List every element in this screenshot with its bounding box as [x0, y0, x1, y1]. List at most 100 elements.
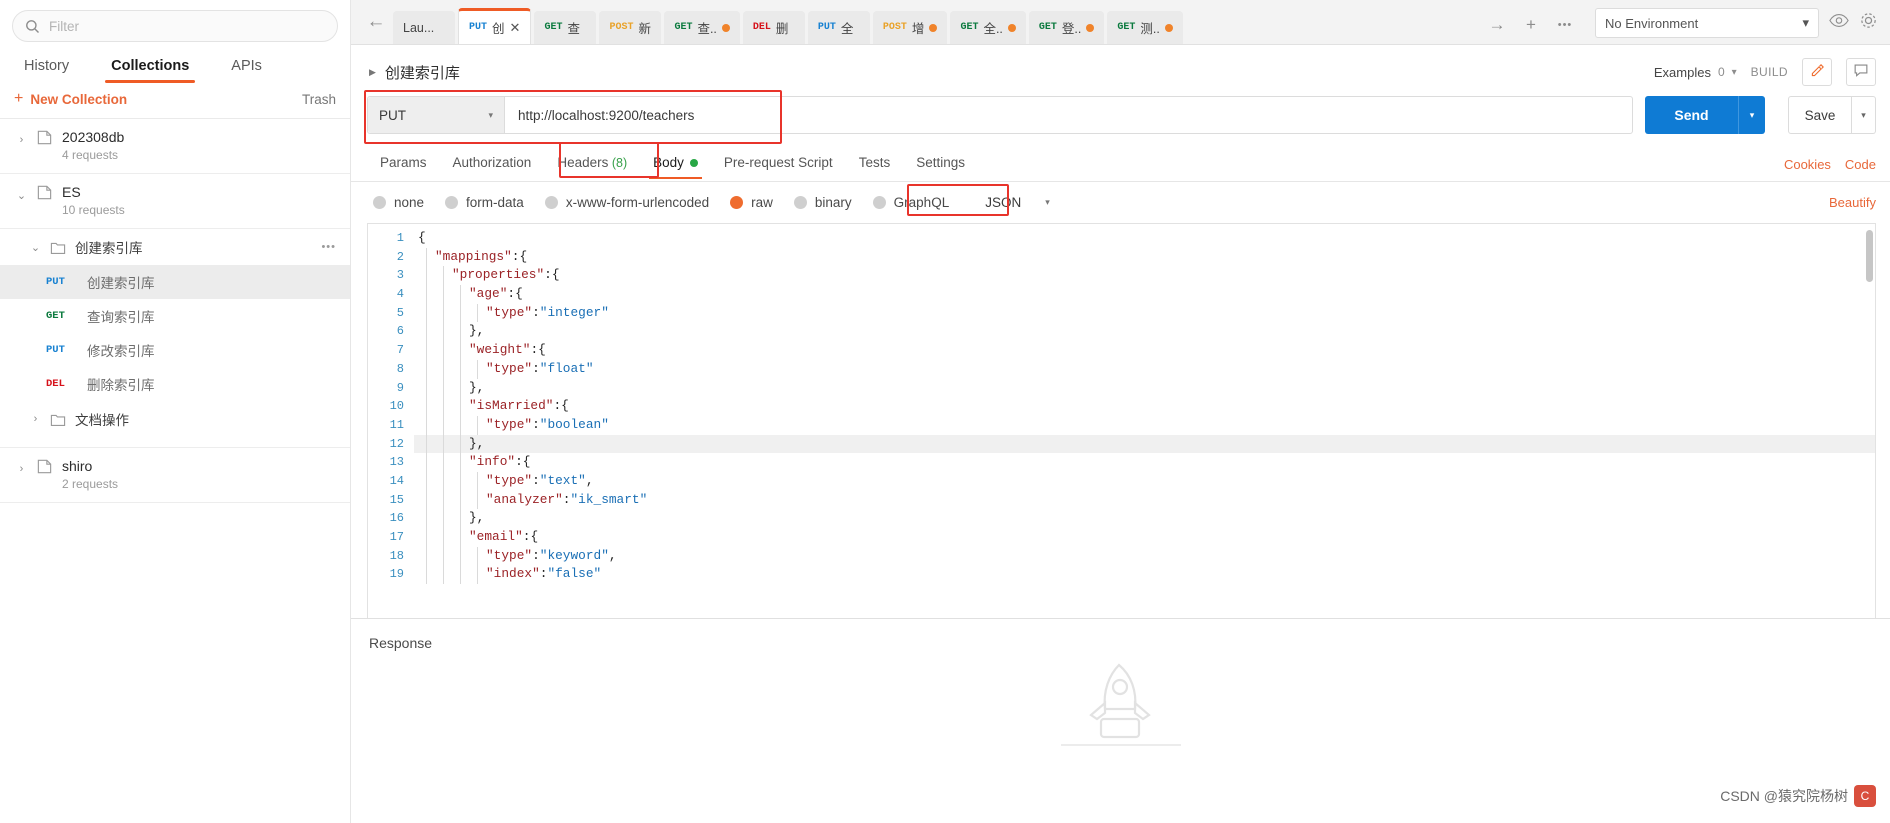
open-tab-5[interactable]: DEL 删: [742, 11, 805, 44]
code-line[interactable]: "analyzer":"ik_smart": [414, 490, 1875, 510]
examples-button[interactable]: Examples 0 ▾: [1654, 65, 1737, 80]
new-tab-button[interactable]: +: [1515, 10, 1547, 40]
code-line[interactable]: "type":"float": [414, 359, 1875, 379]
filter-box[interactable]: [12, 10, 338, 42]
code-line[interactable]: {: [414, 229, 1875, 248]
code-line[interactable]: "type":"boolean": [414, 415, 1875, 435]
body-format-selector[interactable]: JSON ▾: [976, 191, 1059, 214]
beautify-link[interactable]: Beautify: [1829, 195, 1876, 210]
open-tab-2[interactable]: GET 查: [534, 11, 597, 44]
sidebar-tab-history[interactable]: History: [6, 51, 87, 83]
code-line[interactable]: },: [414, 434, 1875, 454]
radio-icon[interactable]: [872, 196, 886, 209]
radio-icon[interactable]: [793, 196, 807, 209]
radio-icon[interactable]: [544, 196, 558, 209]
code-content[interactable]: {"mappings":{"properties":{"age":{"type"…: [414, 224, 1875, 618]
tabbar-forward-button[interactable]: →: [1481, 10, 1513, 40]
close-icon[interactable]: ✕: [510, 20, 521, 36]
code-line[interactable]: },: [414, 378, 1875, 398]
body-type-graphql[interactable]: GraphQL: [872, 195, 949, 210]
save-button[interactable]: Save: [1788, 96, 1852, 134]
request-tab-tests[interactable]: Tests: [846, 148, 904, 181]
request-tab-params[interactable]: Params: [367, 148, 440, 181]
sidebar-tab-apis[interactable]: APIs: [213, 51, 280, 83]
open-tab-0[interactable]: Lau...: [393, 11, 455, 44]
code-line[interactable]: "info":{: [414, 453, 1875, 472]
open-tab-4[interactable]: GET 查..: [664, 11, 740, 44]
sidebar-tab-collections[interactable]: Collections: [93, 51, 207, 83]
folder-document-ops[interactable]: › 文档操作: [0, 401, 350, 437]
open-tab-6[interactable]: PUT 全: [807, 11, 870, 44]
open-tab-8[interactable]: GET 全..: [950, 11, 1026, 44]
code-line[interactable]: },: [414, 509, 1875, 528]
code-line[interactable]: "mappings":{: [414, 247, 1875, 267]
collection-es[interactable]: ⌄ ES 10 requests: [0, 174, 350, 229]
folder-create-index[interactable]: ⌄ 创建索引库 •••: [0, 229, 350, 265]
request-tab-authorization[interactable]: Authorization: [440, 148, 545, 181]
eye-icon[interactable]: [1829, 13, 1849, 33]
open-tab-1[interactable]: PUT 创 ✕: [458, 8, 532, 44]
new-collection-button[interactable]: + New Collection: [14, 91, 127, 107]
collection-202308db[interactable]: › 202308db 4 requests: [0, 119, 350, 174]
save-dropdown-button[interactable]: ▾: [1852, 96, 1876, 134]
editor-scrollbar[interactable]: [1865, 226, 1874, 616]
request-item-query-index[interactable]: GET 查询索引库: [0, 299, 350, 333]
code-line[interactable]: "weight":{: [414, 341, 1875, 360]
code-line[interactable]: "type":"text",: [414, 471, 1875, 491]
send-dropdown-button[interactable]: ▾: [1738, 96, 1765, 134]
code-line[interactable]: "properties":{: [414, 266, 1875, 286]
build-button[interactable]: BUILD: [1751, 65, 1788, 79]
request-tab-settings[interactable]: Settings: [903, 148, 978, 181]
code-line[interactable]: "type":"keyword",: [414, 546, 1875, 566]
chevron-right-icon[interactable]: ›: [16, 463, 27, 475]
radio-icon[interactable]: [445, 196, 459, 209]
open-tab-10[interactable]: GET 测..: [1107, 11, 1183, 44]
tabbar-more-button[interactable]: •••: [1549, 10, 1581, 40]
folder-more-icon[interactable]: •••: [321, 241, 336, 253]
chevron-down-icon[interactable]: ⌄: [30, 241, 41, 254]
code-line[interactable]: },: [414, 322, 1875, 342]
code-line[interactable]: "email":{: [414, 528, 1875, 547]
environment-selector[interactable]: No Environment ▾: [1595, 8, 1819, 38]
open-tab-7[interactable]: POST 增: [872, 11, 948, 44]
radio-icon[interactable]: [373, 196, 386, 209]
body-type-none[interactable]: none: [373, 195, 424, 210]
trash-link[interactable]: Trash: [302, 92, 336, 107]
search-input[interactable]: [49, 18, 325, 34]
radio-icon[interactable]: [730, 196, 744, 209]
request-item-create-index[interactable]: PUT 创建索引库: [0, 265, 350, 299]
body-type-x-www-form-urlencoded[interactable]: x-www-form-urlencoded: [544, 195, 709, 210]
triangle-right-icon[interactable]: ▶: [369, 67, 376, 78]
body-type-binary[interactable]: binary: [793, 195, 852, 210]
collection-shiro[interactable]: › shiro 2 requests: [0, 447, 350, 503]
code-line[interactable]: "index":"false": [414, 565, 1875, 585]
code-line[interactable]: "age":{: [414, 285, 1875, 304]
open-tab-3[interactable]: POST 新: [599, 11, 662, 44]
request-tab-body[interactable]: Body: [640, 148, 711, 181]
request-item-delete-index[interactable]: DEL 删除索引库: [0, 367, 350, 401]
examples-label: Examples: [1653, 64, 1711, 80]
chevron-right-icon[interactable]: ›: [30, 413, 41, 425]
code-editor[interactable]: 1 2 3 4 5 6 7 8 9 10 11 12 13 14 15 16 17 18 19 {"mappings…: [367, 223, 1876, 618]
open-tab-9[interactable]: GET 登..: [1028, 11, 1105, 44]
request-tab-headers[interactable]: Headers (8): [544, 148, 640, 181]
request-breadcrumb[interactable]: ▶ 创建索引库: [369, 62, 460, 83]
editor-scrollbar-thumb[interactable]: [1866, 230, 1873, 282]
chevron-down-icon[interactable]: ⌄: [16, 189, 27, 202]
body-type-form-data[interactable]: form-data: [445, 195, 524, 210]
cookies-link[interactable]: Cookies: [1784, 157, 1831, 172]
send-button[interactable]: Send: [1645, 96, 1738, 134]
code-link[interactable]: Code: [1845, 157, 1876, 172]
code-line[interactable]: "type":"integer": [414, 303, 1875, 323]
code-line[interactable]: "isMarried":{: [414, 397, 1875, 416]
method-selector[interactable]: PUT ▾: [368, 97, 505, 133]
url-input[interactable]: [505, 97, 1632, 133]
request-tab-pre-request-script[interactable]: Pre-request Script: [711, 148, 846, 181]
edit-request-button[interactable]: [1802, 58, 1832, 86]
comment-button[interactable]: [1846, 58, 1876, 86]
chevron-right-icon[interactable]: ›: [16, 134, 27, 146]
request-item-modify-index[interactable]: PUT 修改索引库: [0, 333, 350, 367]
body-type-raw[interactable]: raw: [730, 195, 773, 210]
tabbar-back-button[interactable]: ←: [359, 0, 393, 44]
gear-icon[interactable]: [1859, 11, 1878, 35]
